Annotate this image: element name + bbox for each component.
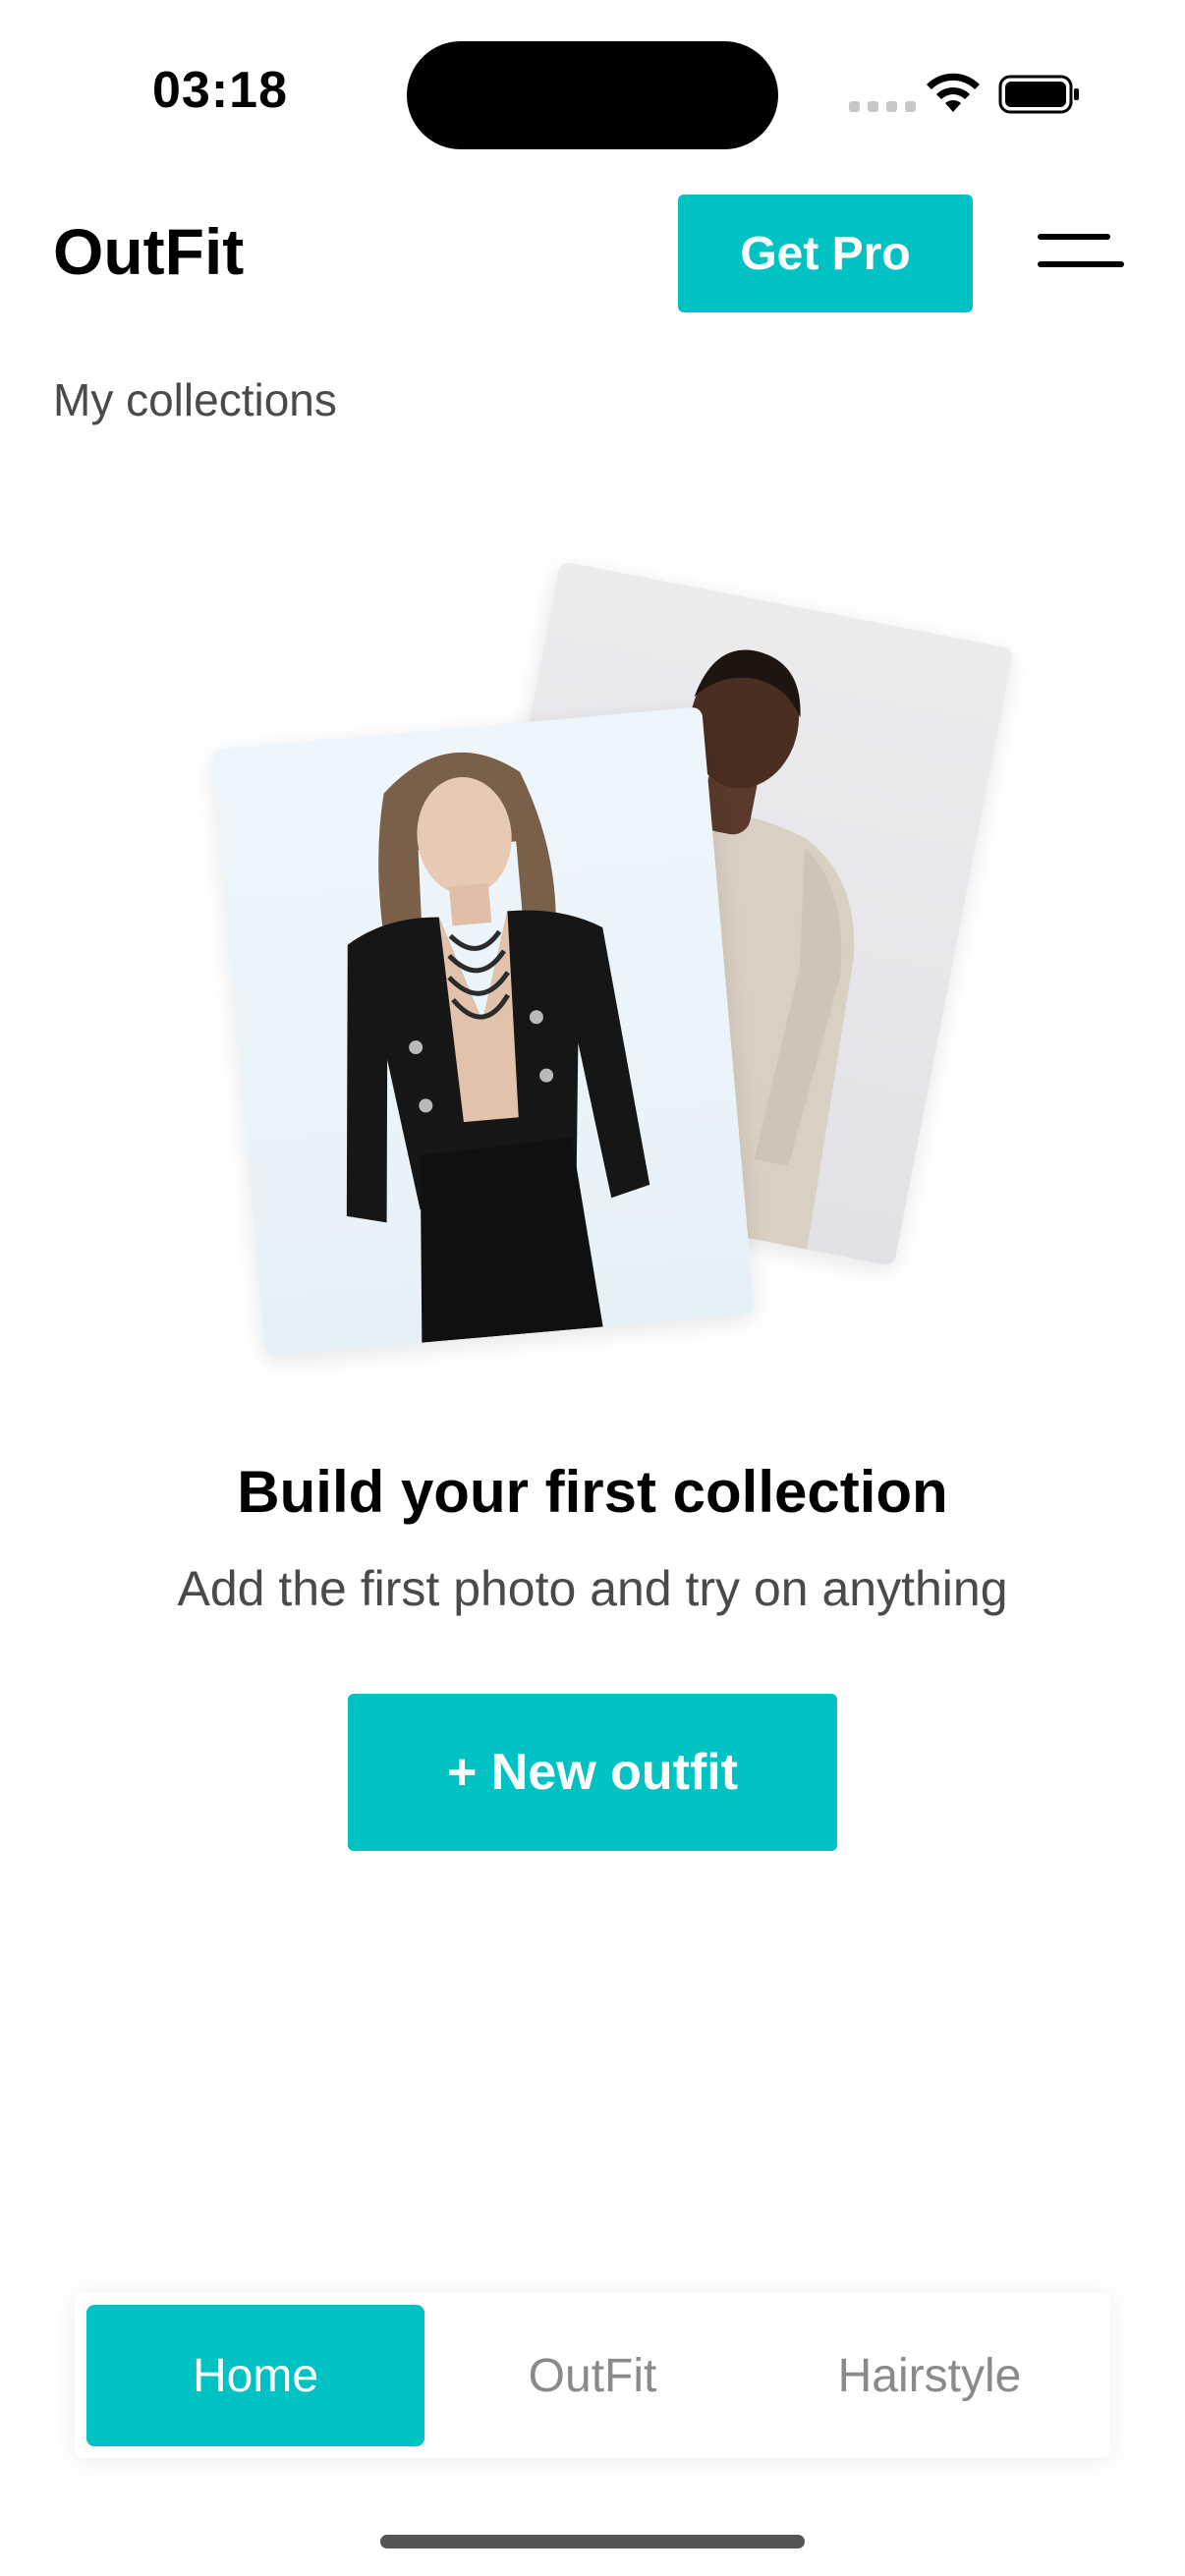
hamburger-menu-icon[interactable] — [1032, 226, 1126, 275]
app-title: OutFit — [53, 215, 245, 288]
cellular-signal-icon — [849, 101, 916, 112]
get-pro-button[interactable]: Get Pro — [678, 195, 973, 312]
section-subtitle: My collections — [53, 374, 337, 425]
tab-outfit[interactable]: OutFit — [423, 2305, 762, 2446]
tab-home[interactable]: Home — [86, 2305, 424, 2446]
tab-hairstyle[interactable]: Hairstyle — [761, 2305, 1099, 2446]
empty-state-description: Add the first photo and try on anything — [177, 1561, 1008, 1616]
new-outfit-button[interactable]: + New outfit — [348, 1694, 837, 1851]
bottom-tab-bar: Home OutFit Hairstyle — [75, 2293, 1110, 2458]
status-time: 03:18 — [152, 62, 288, 119]
sample-photo-card-front — [211, 706, 756, 1357]
home-indicator[interactable] — [380, 2535, 805, 2548]
dynamic-island — [407, 41, 778, 149]
wifi-icon — [927, 73, 980, 112]
battery-icon — [998, 75, 1079, 114]
empty-state-title: Build your first collection — [237, 1459, 948, 1525]
